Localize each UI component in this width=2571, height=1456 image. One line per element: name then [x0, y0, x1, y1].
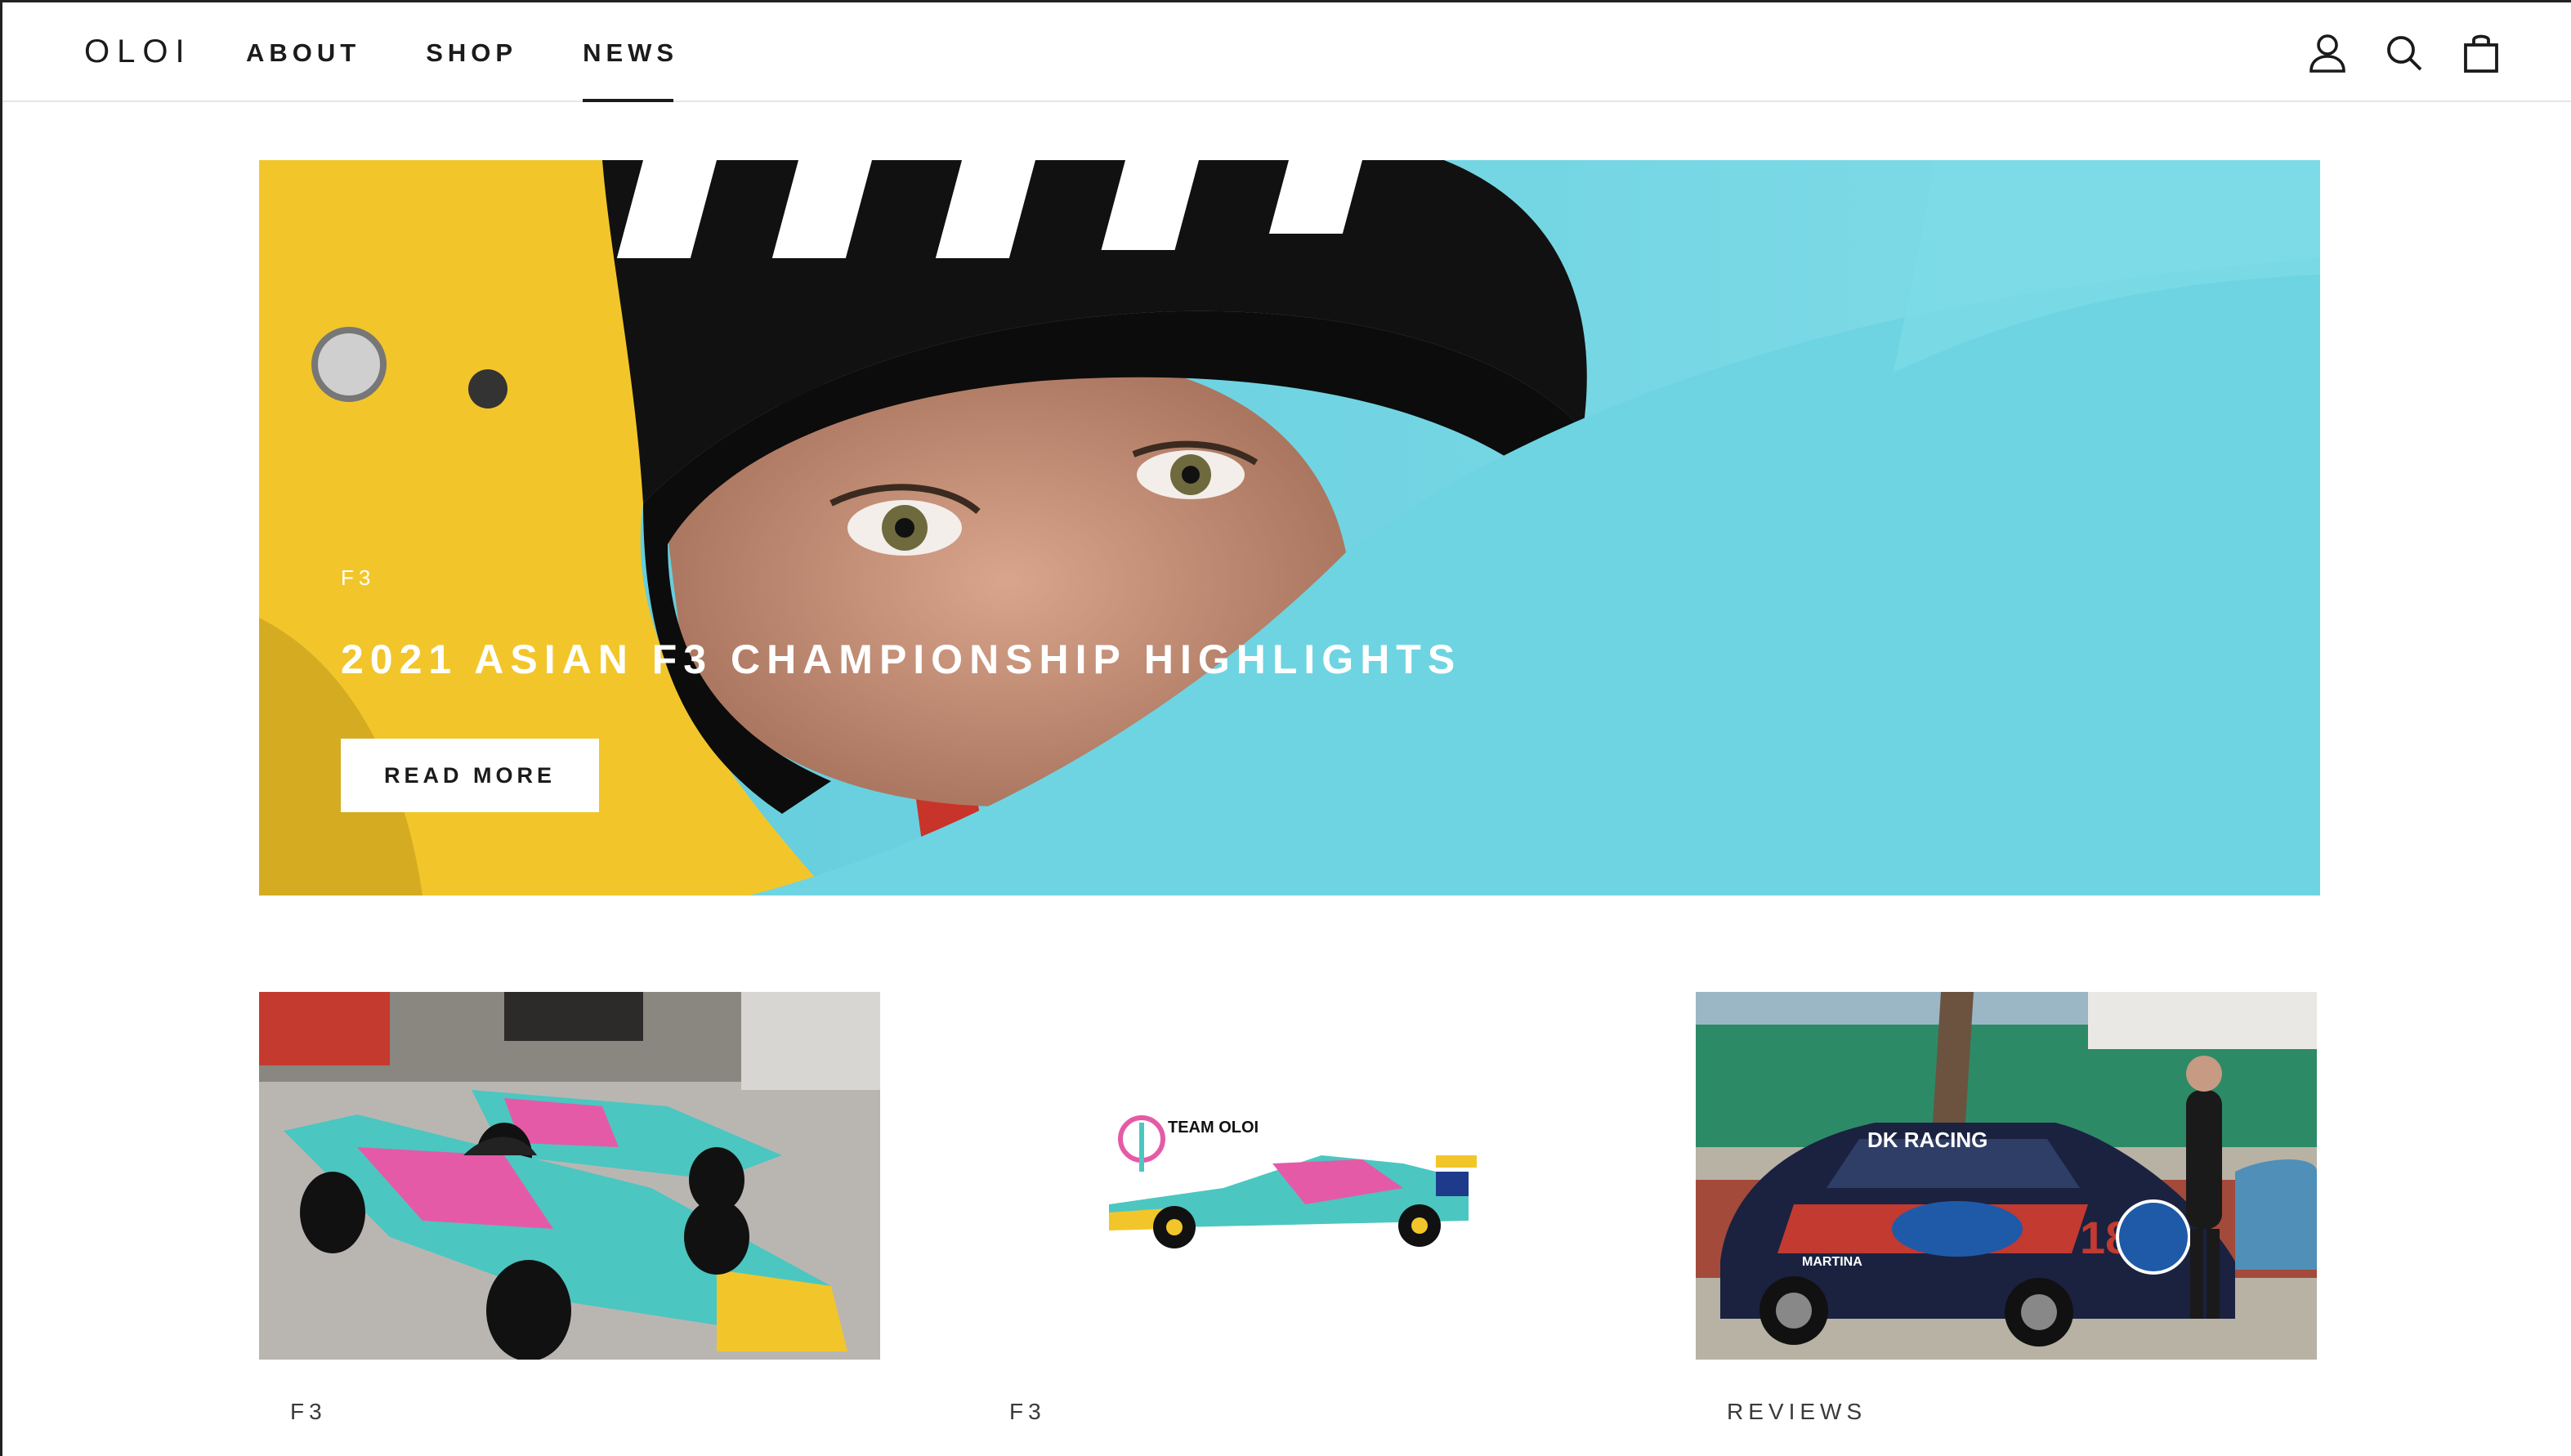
card-image[interactable]: TEAM OLOI — [978, 992, 1599, 1360]
account-icon[interactable] — [2308, 32, 2347, 74]
card-image[interactable] — [259, 992, 880, 1360]
card-category[interactable]: REVIEWS — [1727, 1399, 1867, 1425]
card-image[interactable]: DK RACING 18 MARTINA — [1696, 992, 2317, 1360]
news-card: DK RACING 18 MARTINA REVIEWS — [1696, 992, 2317, 1424]
card-category[interactable]: F3 — [1009, 1399, 1046, 1425]
hero-title[interactable]: 2021 ASIAN F3 CHAMPIONSHIP HIGHLIGHTS — [341, 636, 1461, 683]
search-icon[interactable] — [2385, 32, 2424, 74]
site-header: OLOI ABOUT SHOP NEWS — [2, 2, 2571, 102]
team-oloi-livery-graphic: TEAM OLOI — [978, 992, 1599, 1360]
nav-item-news[interactable]: NEWS — [583, 2, 678, 102]
car-decal-text: DK RACING — [1867, 1128, 1987, 1152]
car-driver-name: MARTINA — [1802, 1255, 1862, 1269]
card-category[interactable]: F3 — [290, 1399, 327, 1425]
read-more-button[interactable]: READ MORE — [341, 739, 599, 812]
site-logo[interactable]: OLOI — [84, 33, 192, 70]
main-nav: ABOUT SHOP NEWS — [246, 2, 744, 102]
nav-item-about[interactable]: ABOUT — [246, 2, 360, 102]
header-actions — [2308, 32, 2501, 74]
porsche-race-car-photo: DK RACING 18 MARTINA — [1696, 992, 2317, 1360]
hero-category[interactable]: F3 — [341, 565, 375, 591]
team-logo-text: TEAM OLOI — [1168, 1119, 1259, 1137]
f3-cars-photo — [259, 992, 880, 1360]
news-card: TEAM OLOI F3 — [978, 992, 1599, 1424]
cart-icon[interactable] — [2461, 32, 2501, 74]
page: OLOI ABOUT SHOP NEWS F3 2021 ASIAN F3 CH… — [0, 0, 2571, 1456]
nav-item-shop[interactable]: SHOP — [426, 2, 517, 102]
news-card: F3 — [259, 992, 880, 1424]
hero-banner[interactable]: F3 2021 ASIAN F3 CHAMPIONSHIP HIGHLIGHTS… — [259, 160, 2320, 895]
